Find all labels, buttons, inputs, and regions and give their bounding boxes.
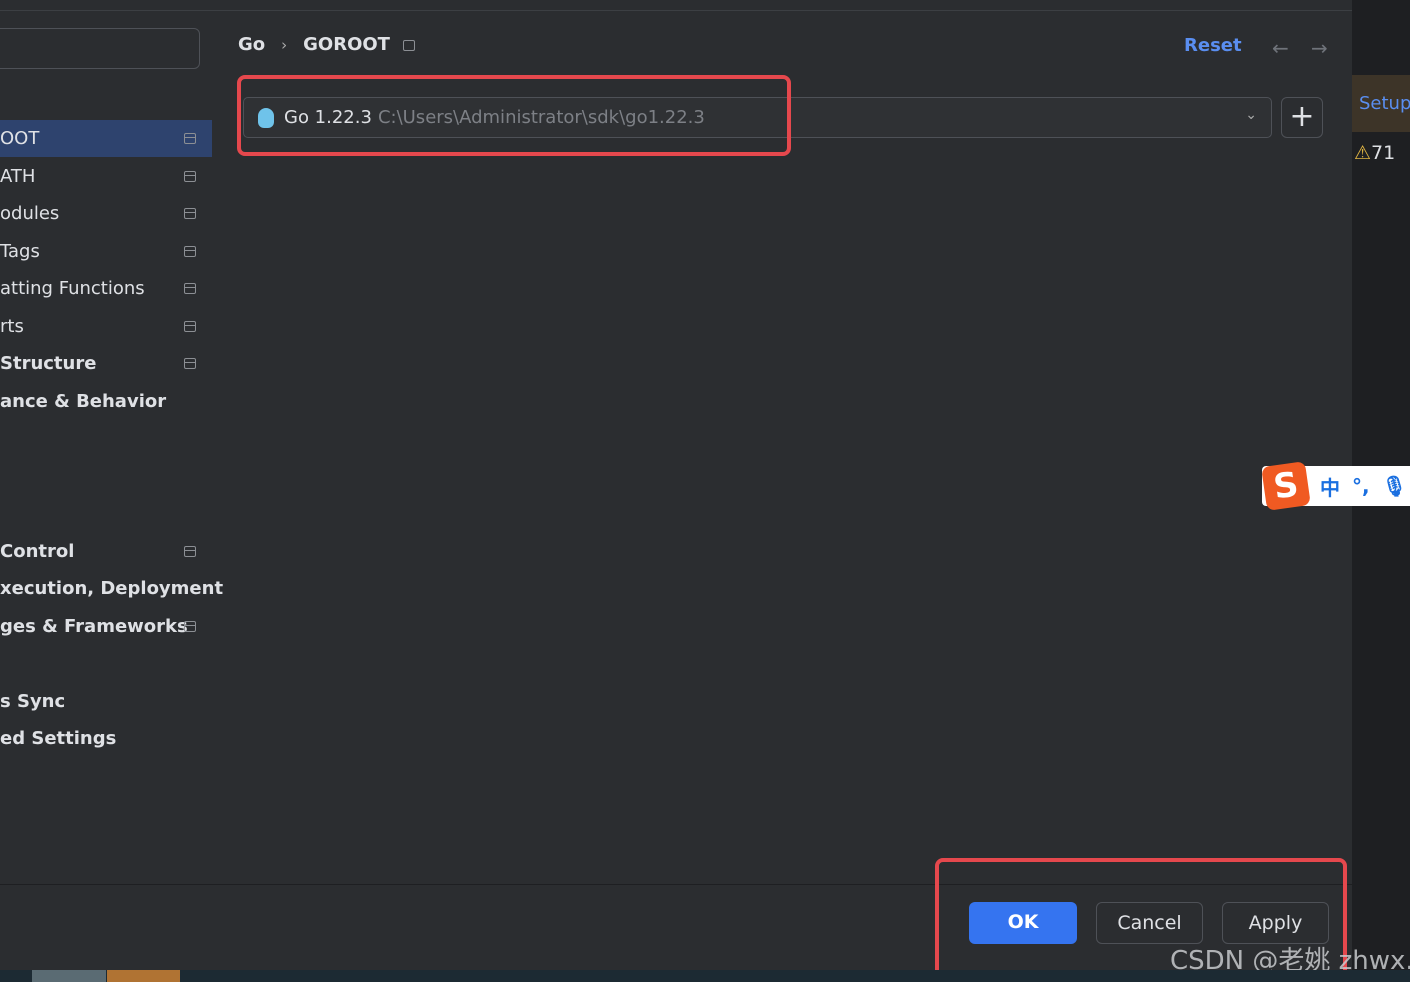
sidebar-item[interactable]: odules	[0, 195, 212, 232]
taskbar-item[interactable]	[107, 970, 180, 982]
title-bar	[0, 0, 1352, 11]
project-scope-icon	[403, 40, 415, 51]
sidebar-item[interactable]: ges & Frameworks	[0, 608, 212, 645]
taskbar	[0, 970, 1410, 982]
sidebar-item-label: ges & Frameworks	[0, 616, 188, 637]
sidebar-item[interactable]: xecution, Deployment	[0, 570, 223, 607]
sidebar-item[interactable]: ance & Behavior	[0, 383, 212, 420]
sidebar-item[interactable]: Control	[0, 533, 212, 570]
warning-icon: ⚠	[1354, 142, 1372, 164]
project-scope-icon	[184, 246, 196, 257]
sidebar-item[interactable]: ATH	[0, 158, 212, 195]
sidebar-item-label: ATH	[0, 166, 36, 187]
sidebar-item-label: OOT	[0, 128, 40, 149]
sidebar-item-label: ed Settings	[0, 728, 117, 749]
warning-count: 71	[1371, 142, 1396, 164]
sidebar-item[interactable]: Tags	[0, 233, 212, 270]
sidebar-item-label: Structure	[0, 353, 97, 374]
sidebar-item-label: ance & Behavior	[0, 391, 167, 412]
ime-toolbar[interactable]: S 中 °, 🎙	[1261, 461, 1410, 511]
forward-arrow-icon[interactable]: →	[1311, 36, 1328, 60]
sidebar-item-label: Tags	[0, 241, 40, 262]
sidebar-item[interactable]: s Sync	[0, 683, 212, 720]
project-scope-icon	[184, 133, 196, 144]
project-scope-icon	[184, 621, 196, 632]
sidebar-item[interactable]	[0, 420, 212, 457]
project-scope-icon	[184, 208, 196, 219]
project-scope-icon	[184, 546, 196, 557]
breadcrumb-goroot: GOROOT	[303, 34, 390, 55]
project-scope-icon	[184, 321, 196, 332]
sidebar-item[interactable]: rts	[0, 308, 212, 345]
breadcrumb: Go › GOROOT	[238, 34, 390, 55]
setup-sdk-link[interactable]: Setup	[1352, 75, 1410, 132]
back-arrow-icon[interactable]: ←	[1272, 36, 1289, 60]
reset-link[interactable]: Reset	[1184, 35, 1242, 56]
sidebar-item-label: rts	[0, 316, 24, 337]
highlight-box-sdk	[237, 75, 791, 156]
ime-punct[interactable]: °,	[1352, 474, 1370, 498]
warnings-indicator[interactable]: ⚠71	[1354, 142, 1395, 164]
sidebar-item-label: odules	[0, 203, 60, 224]
sidebar-item[interactable]: ed Settings	[0, 720, 212, 757]
sidebar-item-label: xecution, Deployment	[0, 578, 224, 599]
project-scope-icon	[184, 283, 196, 294]
sidebar-item[interactable]: atting Functions	[0, 270, 212, 307]
chevron-down-icon[interactable]: ⌄	[1245, 107, 1257, 123]
sogou-logo-icon: S	[1261, 461, 1311, 511]
project-scope-icon	[184, 358, 196, 369]
sidebar-item-label: s Sync	[0, 691, 66, 712]
sidebar-item[interactable]: Structure	[0, 345, 212, 382]
project-scope-icon	[184, 171, 196, 182]
ime-mode[interactable]: 中	[1320, 472, 1340, 501]
microphone-icon[interactable]: 🎙	[1382, 474, 1407, 498]
breadcrumb-go[interactable]: Go	[238, 34, 265, 55]
chevron-right-icon: ›	[281, 35, 288, 54]
taskbar-item[interactable]	[32, 970, 106, 982]
sidebar-item-label: Control	[0, 541, 75, 562]
settings-search-input[interactable]	[0, 28, 200, 69]
sidebar-item-label: atting Functions	[0, 278, 145, 299]
sidebar-item[interactable]: OOT	[0, 120, 212, 157]
add-sdk-button[interactable]: +	[1281, 97, 1323, 138]
